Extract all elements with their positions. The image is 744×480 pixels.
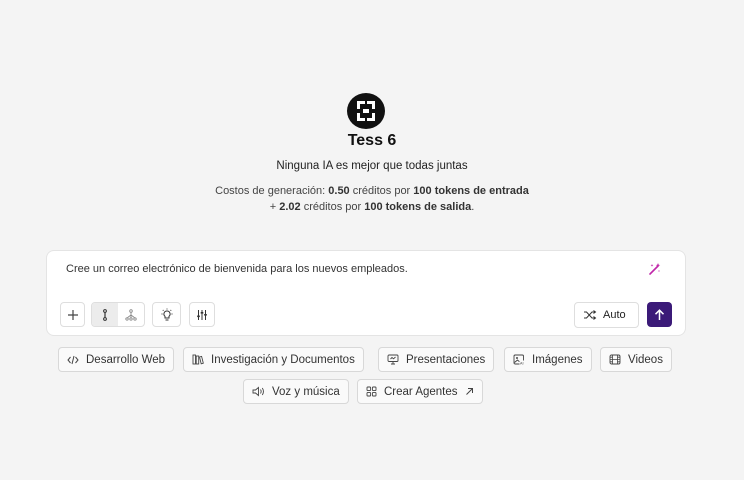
prompt-composer: Cree un correo electrónico de bienvenida… (46, 250, 686, 336)
category-presentations[interactable]: Presentaciones (378, 347, 495, 372)
input-cost-value: 0.50 (328, 185, 350, 197)
output-tokens-label: 100 tokens de salida (364, 201, 472, 213)
code-icon (67, 355, 79, 364)
books-icon (192, 354, 204, 365)
tagline: Ninguna IA es mejor que todas juntas (276, 160, 468, 172)
image-ai-icon: AI (513, 354, 525, 365)
category-label: Voz y música (272, 385, 340, 398)
costs-prefix: Costos de generación: (215, 185, 326, 197)
single-mode-button[interactable] (92, 303, 118, 326)
output-cost-mid: créditos por (303, 201, 362, 213)
output-cost-suffix: . (471, 201, 475, 213)
input-cost-line: Costos de generación: 0.50 créditos por … (0, 183, 744, 199)
sliders-icon (197, 309, 207, 320)
tess-logo (347, 93, 385, 129)
output-cost-value: 2.02 (279, 201, 301, 213)
lightbulb-icon (161, 308, 172, 320)
mode-toggle (91, 302, 145, 327)
category-label: Investigación y Documentos (211, 353, 355, 366)
category-label: Presentaciones (406, 353, 486, 366)
category-voice-music[interactable]: Voz y música (243, 379, 349, 404)
arrow-up-icon (654, 308, 665, 320)
category-label: Imágenes (532, 353, 583, 366)
category-research-docs[interactable]: Investigación y Documentos (183, 347, 364, 372)
ideas-button[interactable] (152, 302, 181, 327)
prompt-input[interactable]: Cree un correo electrónico de bienvenida… (66, 263, 408, 275)
page-title: Tess 6 (347, 132, 397, 149)
input-tokens-label: 100 tokens de entrada (413, 185, 529, 197)
category-create-agents[interactable]: Crear Agentes (357, 379, 483, 404)
plus-icon (67, 309, 78, 320)
generation-costs: Costos de generación: 0.50 créditos por … (0, 183, 744, 215)
send-button[interactable] (647, 302, 672, 327)
model-selector-label: Auto (603, 309, 626, 321)
arrow-up-right-icon (465, 388, 473, 395)
presentation-icon (387, 354, 399, 365)
category-label: Desarrollo Web (86, 353, 166, 366)
output-cost-prefix: + (269, 201, 277, 213)
category-videos[interactable]: Videos (600, 347, 672, 372)
shuffle-icon (584, 310, 597, 320)
settings-button[interactable] (189, 302, 215, 327)
single-path-icon (103, 308, 107, 321)
category-label: Videos (628, 353, 663, 366)
model-selector-button[interactable]: Auto (574, 302, 639, 328)
grid-icon (366, 386, 377, 397)
category-label: Crear Agentes (384, 385, 458, 398)
category-images[interactable]: AI Imágenes (504, 347, 592, 372)
add-button[interactable] (60, 302, 85, 327)
multi-mode-button[interactable] (118, 303, 144, 326)
branch-icon (125, 308, 137, 321)
film-icon (609, 354, 621, 365)
magic-wand-icon[interactable] (648, 262, 662, 276)
speaker-icon (252, 386, 264, 397)
category-web-dev[interactable]: Desarrollo Web (58, 347, 175, 372)
input-cost-mid: créditos por (352, 185, 411, 197)
svg-text:AI: AI (520, 361, 524, 365)
output-cost-line: + 2.02 créditos por 100 tokens de salida… (0, 199, 744, 215)
